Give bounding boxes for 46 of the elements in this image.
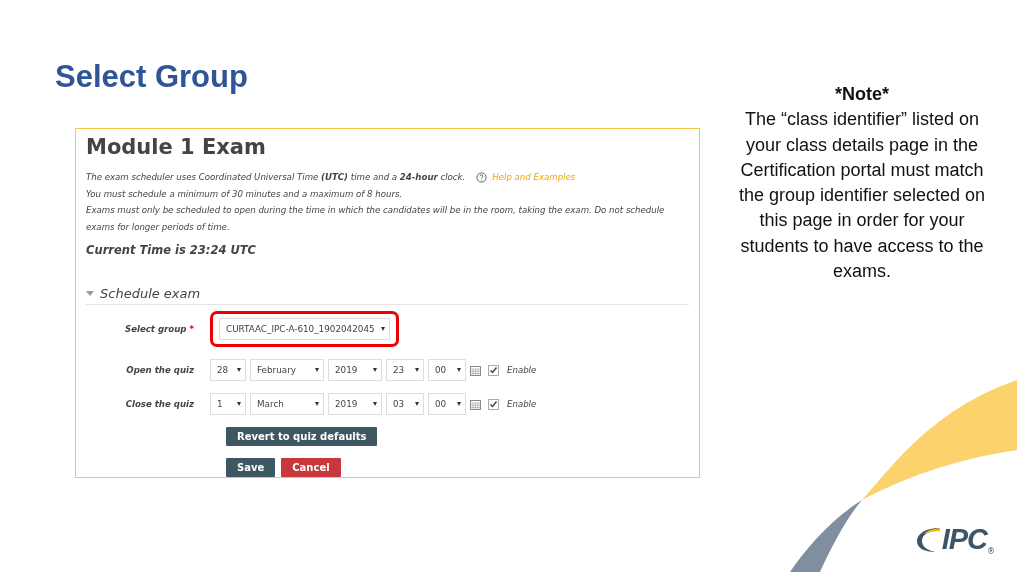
calendar-icon[interactable]	[470, 364, 481, 376]
calendar-icon[interactable]	[470, 398, 481, 410]
help-icon	[476, 171, 488, 183]
date-select[interactable]: 2019	[328, 393, 382, 415]
caret-icon	[373, 368, 377, 372]
caret-icon	[381, 327, 385, 331]
caret-icon	[237, 368, 241, 372]
note-text: The “class identifier” listed on your class details page in the Certification portal must match the group identifier selected on this page in order for your students to have access to the exams.	[737, 108, 987, 284]
checkbox-label: Enable	[507, 399, 537, 409]
field-label: Select group	[124, 324, 187, 334]
date-select[interactable]: 28	[210, 359, 246, 381]
date-select[interactable]: 1	[210, 393, 246, 415]
field-label: Open the quiz	[126, 365, 194, 375]
action-button[interactable]: Revert to quiz defaults	[226, 427, 378, 446]
page-title: Module 1 Exam	[86, 134, 266, 161]
checkbox[interactable]	[488, 364, 499, 376]
note-heading: *Note*	[834, 83, 890, 106]
checkbox-label: Enable	[507, 365, 537, 375]
date-select[interactable]: 2019	[328, 359, 382, 381]
date-select[interactable]: 23	[386, 359, 424, 381]
caret-icon	[457, 368, 461, 372]
caret-icon	[237, 402, 241, 406]
logo: IPC®	[915, 523, 995, 556]
caret-icon	[457, 402, 461, 406]
caret-icon	[315, 368, 319, 372]
caret-icon	[315, 402, 319, 406]
date-select[interactable]: 00	[428, 393, 466, 415]
slide-title: Select Group	[55, 58, 249, 96]
current-time: Current Time is 23:24 UTC	[86, 243, 257, 257]
date-select[interactable]: 00	[428, 359, 466, 381]
checkbox[interactable]	[488, 398, 499, 410]
intro-text: You must schedule a minimum of 30 minutes and a maximum of 8 hours.	[86, 187, 404, 201]
section-header[interactable]: Schedule exam	[86, 286, 689, 305]
intro-text: Exams must only be scheduled to open during the time in which the candidates will be in the room, taking the exam. Do not schedule exams for longer periods of time.	[86, 204, 666, 234]
caret-icon	[415, 402, 419, 406]
date-select[interactable]: February	[250, 359, 324, 381]
action-button[interactable]: Save	[226, 458, 276, 477]
date-select[interactable]: 03	[386, 393, 424, 415]
field-label: Close the quiz	[125, 399, 194, 409]
intro-text: The exam scheduler uses Coordinated Universal Time (UTC) time and a 24-hour clock.	[86, 171, 466, 184]
date-select[interactable]: March	[250, 393, 324, 415]
caret-icon	[373, 402, 377, 406]
action-button[interactable]: Cancel	[281, 458, 341, 477]
required-mark: *	[189, 324, 194, 334]
group-select[interactable]: CURTAAC_IPC-A-610_1902042045	[219, 318, 390, 340]
caret-icon	[415, 368, 419, 372]
